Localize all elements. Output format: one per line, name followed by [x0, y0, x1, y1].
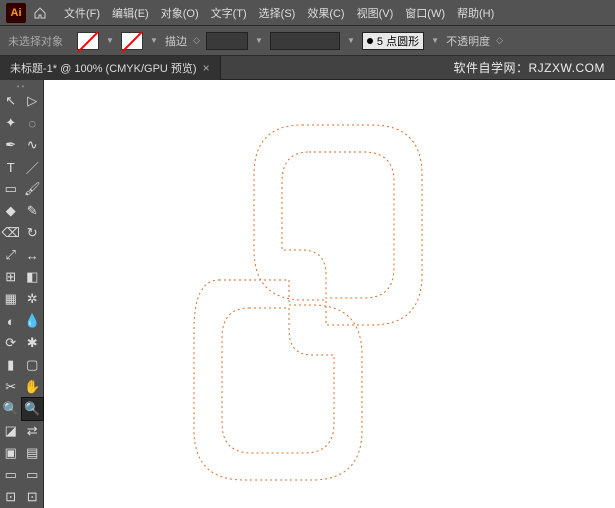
- artboard-tool[interactable]: ▢: [22, 354, 44, 376]
- menu-item[interactable]: 文字(T): [205, 2, 253, 24]
- screen2-tool[interactable]: ▭: [22, 464, 44, 486]
- eyedropper-tool[interactable]: 💧: [22, 310, 44, 332]
- brush-label: 5 点圆形: [377, 33, 419, 49]
- zoom2-tool[interactable]: 🔍: [22, 398, 44, 420]
- document-tab[interactable]: 未标题-1* @ 100% (CMYK/GPU 预览) ×: [0, 56, 221, 80]
- brush-dot-icon: [367, 38, 373, 44]
- stroke-label: 描边: [165, 33, 187, 49]
- slice-tool[interactable]: ✂: [0, 376, 22, 398]
- caret-icon[interactable]: ◇: [193, 35, 200, 46]
- screen-tool[interactable]: ▭: [0, 464, 22, 486]
- shape-builder-tool[interactable]: ◧: [22, 266, 44, 288]
- chevron-down-icon[interactable]: ▼: [346, 36, 356, 46]
- column-graph-tool[interactable]: ▮: [0, 354, 22, 376]
- home-icon[interactable]: [32, 5, 48, 21]
- curvature-tool[interactable]: ∿: [22, 134, 44, 156]
- menu-item[interactable]: 编辑(E): [106, 2, 155, 24]
- menu-item[interactable]: 帮助(H): [451, 2, 500, 24]
- scale-tool[interactable]: ⤢: [0, 244, 22, 266]
- menu-items: 文件(F)编辑(E)对象(O)文字(T)选择(S)效果(C)视图(V)窗口(W)…: [58, 2, 500, 24]
- brush-tool[interactable]: 🖌: [22, 178, 44, 200]
- chevron-down-icon[interactable]: ▼: [254, 36, 264, 46]
- chevron-down-icon[interactable]: ▼: [105, 36, 115, 46]
- toolbox: •• ↖▷✦◌✒∿T／▭🖌◆✎⌫↻⤢↔⊞◧▦✲◐💧⟳✱▮▢✂✋🔍🔍◪⇄▣▤▭▭⊡…: [0, 80, 44, 508]
- control-bar: 未选择对象 ▼ ▼ 描边 ◇ ▼ ▼ 5 点圆形 ▼ 不透明度 ◇: [0, 26, 615, 56]
- line-tool[interactable]: ／: [22, 156, 44, 178]
- free-transform-tool[interactable]: ⊞: [0, 266, 22, 288]
- chevron-down-icon[interactable]: ▼: [149, 36, 159, 46]
- symbol-sprayer-tool[interactable]: ✱: [22, 332, 44, 354]
- watermark-text: 软件自学网：RJZXW.COM: [454, 59, 615, 76]
- zoom-tool[interactable]: 🔍: [0, 398, 22, 420]
- pencil-tool[interactable]: ✎: [22, 200, 44, 222]
- panel-grip-icon[interactable]: ••: [0, 82, 43, 90]
- app-logo: Ai: [6, 3, 26, 23]
- width-tool[interactable]: ↔: [22, 244, 44, 266]
- edit2-tool[interactable]: ⊡: [22, 486, 44, 508]
- fill-swatch[interactable]: [77, 32, 99, 50]
- edit-tool[interactable]: ⊡: [0, 486, 22, 508]
- menu-item[interactable]: 视图(V): [351, 2, 400, 24]
- hand-tool[interactable]: ✋: [22, 376, 44, 398]
- canvas-area: [44, 80, 615, 508]
- tab-bar: 未标题-1* @ 100% (CMYK/GPU 预览) × 软件自学网：RJZX…: [0, 56, 615, 80]
- menu-bar: Ai 文件(F)编辑(E)对象(O)文字(T)选择(S)效果(C)视图(V)窗口…: [0, 0, 615, 26]
- menu-item[interactable]: 对象(O): [155, 2, 205, 24]
- rectangle-tool[interactable]: ▭: [0, 178, 22, 200]
- stroke-swatch[interactable]: [121, 32, 143, 50]
- direct-selection-tool[interactable]: ▷: [22, 90, 44, 112]
- pen-tool[interactable]: ✒: [0, 134, 22, 156]
- magic-wand-tool[interactable]: ✦: [0, 112, 22, 134]
- mesh-tool[interactable]: ✲: [22, 288, 44, 310]
- stroke-weight-input[interactable]: [206, 32, 248, 50]
- lasso-tool[interactable]: ◌: [22, 112, 44, 134]
- rotate-tool[interactable]: ↻: [22, 222, 44, 244]
- close-icon[interactable]: ×: [203, 61, 210, 75]
- gradient2-tool[interactable]: ▤: [22, 442, 44, 464]
- chevron-down-icon[interactable]: ▼: [430, 36, 440, 46]
- menu-item[interactable]: 选择(S): [253, 2, 302, 24]
- perspective-tool[interactable]: ▦: [0, 288, 22, 310]
- fill-stroke-tool[interactable]: ◪: [0, 420, 22, 442]
- shaper-tool[interactable]: ◆: [0, 200, 22, 222]
- tab-title: 未标题-1* @ 100% (CMYK/GPU 预览): [10, 60, 197, 76]
- type-tool[interactable]: T: [0, 156, 22, 178]
- brush-preset[interactable]: 5 点圆形: [362, 32, 424, 50]
- blend-tool[interactable]: ⟳: [0, 332, 22, 354]
- canvas[interactable]: [44, 80, 615, 508]
- menu-item[interactable]: 效果(C): [301, 2, 350, 24]
- menu-item[interactable]: 窗口(W): [399, 2, 451, 24]
- selection-status: 未选择对象: [8, 33, 63, 49]
- color-tool[interactable]: ▣: [0, 442, 22, 464]
- gradient-tool[interactable]: ◐: [0, 310, 22, 332]
- menu-item[interactable]: 文件(F): [58, 2, 106, 24]
- opacity-caret-icon[interactable]: ◇: [496, 35, 503, 46]
- profile-dropdown[interactable]: [270, 32, 340, 50]
- selection-tool[interactable]: ↖: [0, 90, 22, 112]
- workspace: •• ↖▷✦◌✒∿T／▭🖌◆✎⌫↻⤢↔⊞◧▦✲◐💧⟳✱▮▢✂✋🔍🔍◪⇄▣▤▭▭⊡…: [0, 80, 615, 508]
- swap-tool[interactable]: ⇄: [22, 420, 44, 442]
- eraser-tool[interactable]: ⌫: [0, 222, 22, 244]
- opacity-label: 不透明度: [446, 33, 490, 49]
